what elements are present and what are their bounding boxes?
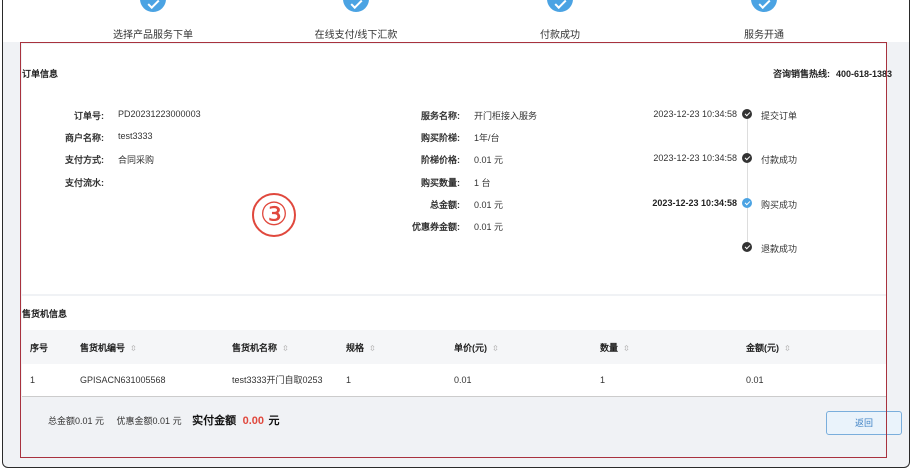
check-icon <box>140 0 166 12</box>
step-label: 付款成功 <box>540 30 580 41</box>
check-icon <box>343 0 369 12</box>
check-icon <box>547 0 573 12</box>
step-label: 服务开通 <box>744 30 784 41</box>
step-label: 选择产品服务下单 <box>113 30 193 41</box>
check-icon <box>751 0 777 12</box>
step-label: 在线支付/线下汇款 <box>314 30 398 41</box>
highlight-frame <box>20 42 887 458</box>
progress-steps: 选择产品服务下单 在线支付/线下汇款 付款成功 服务开通 <box>3 0 909 42</box>
